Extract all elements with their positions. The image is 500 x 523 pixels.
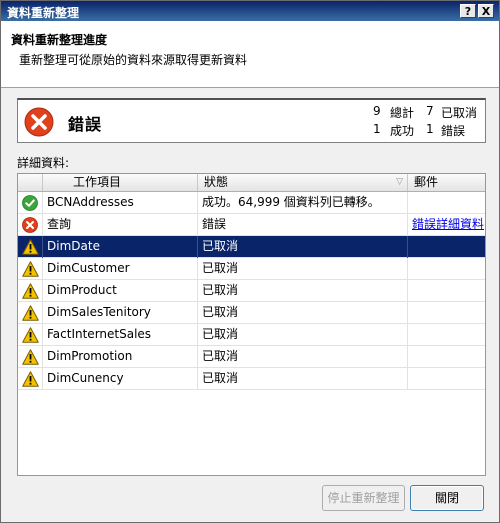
warning-icon xyxy=(22,283,39,302)
warning-icon xyxy=(22,261,39,280)
row-icon-cell xyxy=(18,236,43,258)
work-item-cell: BCNAddresses xyxy=(43,192,198,214)
cancelled-label: 已取消 xyxy=(441,106,478,120)
work-item-cell: DimDate xyxy=(43,236,198,258)
window-title: 資料重新整理 xyxy=(7,6,80,20)
table-row[interactable]: DimCustomer 已取消 xyxy=(18,258,485,280)
close-button[interactable]: 關閉 xyxy=(410,485,484,511)
message-cell xyxy=(408,346,485,368)
row-icon-cell xyxy=(18,258,43,280)
status-cell: 成功。64,999 個資料列已轉移。 xyxy=(198,192,408,214)
message-cell xyxy=(408,236,485,258)
total-label: 總計 xyxy=(390,106,415,120)
header-icon-column xyxy=(18,174,43,191)
status-cell: 已取消 xyxy=(198,258,408,280)
table-row[interactable]: DimPromotion 已取消 xyxy=(18,346,485,368)
table-row[interactable]: DimDate 已取消 xyxy=(18,236,485,258)
work-item-cell: DimCustomer xyxy=(43,258,198,280)
message-cell xyxy=(408,258,485,280)
message-cell: 錯誤詳細資料 xyxy=(408,214,485,236)
status-cell: 已取消 xyxy=(198,324,408,346)
dialog-header: 資料重新整理進度 重新整理可從原始的資料來源取得更新資料 xyxy=(1,21,499,88)
row-icon-cell xyxy=(18,192,43,214)
message-cell xyxy=(408,368,485,390)
table-row[interactable]: DimProduct 已取消 xyxy=(18,280,485,302)
row-icon-cell xyxy=(18,324,43,346)
help-button[interactable]: ? xyxy=(460,4,476,18)
status-cell: 已取消 xyxy=(198,368,408,390)
row-icon-cell xyxy=(18,214,43,236)
header-title: 資料重新整理進度 xyxy=(11,33,108,47)
status-cell: 已取消 xyxy=(198,280,408,302)
table-row[interactable]: FactInternetSales 已取消 xyxy=(18,324,485,346)
total-count: 9 xyxy=(373,104,381,118)
warning-icon xyxy=(22,305,39,324)
error-icon xyxy=(22,217,38,236)
warning-icon xyxy=(22,349,39,368)
table-row[interactable]: BCNAddresses 成功。64,999 個資料列已轉移。 xyxy=(18,192,485,214)
work-item-cell: DimProduct xyxy=(43,280,198,302)
column-header-status-label: 狀態 xyxy=(204,175,229,189)
status-cell: 已取消 xyxy=(198,236,408,258)
error-details-link[interactable]: 錯誤詳細資料 xyxy=(412,217,484,231)
work-item-cell: 查詢 xyxy=(43,214,198,236)
table-row[interactable]: 查詢 錯誤 錯誤詳細資料 xyxy=(18,214,485,236)
details-label: 詳細資料: xyxy=(17,156,70,170)
stop-refresh-button[interactable]: 停止重新整理 xyxy=(322,485,405,511)
warning-icon xyxy=(22,327,39,346)
status-label: 錯誤 xyxy=(68,115,103,134)
title-bar: 資料重新整理 ? X xyxy=(1,1,499,21)
row-icon-cell xyxy=(18,346,43,368)
status-panel: 錯誤 9 總計 7 已取消 1 成功 1 錯誤 xyxy=(17,98,486,143)
row-icon-cell xyxy=(18,280,43,302)
error-count: 1 xyxy=(426,122,434,136)
filter-icon[interactable]: ▽ xyxy=(396,174,403,191)
status-cell: 已取消 xyxy=(198,346,408,368)
details-grid[interactable]: 工作項目 狀態 ▽ 郵件 BCNAddresses 成功。64,999 個資料列已… xyxy=(17,173,486,476)
close-window-button[interactable]: X xyxy=(478,4,494,18)
grid-header: 工作項目 狀態 ▽ 郵件 xyxy=(18,174,485,192)
message-cell xyxy=(408,324,485,346)
message-cell xyxy=(408,280,485,302)
row-icon-cell xyxy=(18,368,43,390)
cancelled-count: 7 xyxy=(426,104,434,118)
table-row[interactable]: DimSalesTenitory 已取消 xyxy=(18,302,485,324)
column-header-message[interactable]: 郵件 xyxy=(408,174,485,191)
status-cell: 錯誤 xyxy=(198,214,408,236)
column-header-work-item[interactable]: 工作項目 xyxy=(43,174,198,191)
success-label: 成功 xyxy=(390,124,415,138)
work-item-cell: FactInternetSales xyxy=(43,324,198,346)
warning-icon xyxy=(22,371,39,390)
work-item-cell: DimSalesTenitory xyxy=(43,302,198,324)
refresh-dialog: 資料重新整理 ? X 資料重新整理進度 重新整理可從原始的資料來源取得更新資料 … xyxy=(0,0,500,523)
success-icon xyxy=(22,195,38,214)
work-item-cell: DimPromotion xyxy=(43,346,198,368)
error-label: 錯誤 xyxy=(441,124,466,138)
table-row[interactable]: DimCunency 已取消 xyxy=(18,368,485,390)
error-large-icon xyxy=(24,107,54,140)
header-subtitle: 重新整理可從原始的資料來源取得更新資料 xyxy=(19,53,248,67)
status-cell: 已取消 xyxy=(198,302,408,324)
warning-icon xyxy=(22,239,39,258)
message-cell xyxy=(408,302,485,324)
message-cell xyxy=(408,192,485,214)
row-icon-cell xyxy=(18,302,43,324)
work-item-cell: DimCunency xyxy=(43,368,198,390)
success-count: 1 xyxy=(373,122,381,136)
column-header-status[interactable]: 狀態 ▽ xyxy=(198,174,408,191)
